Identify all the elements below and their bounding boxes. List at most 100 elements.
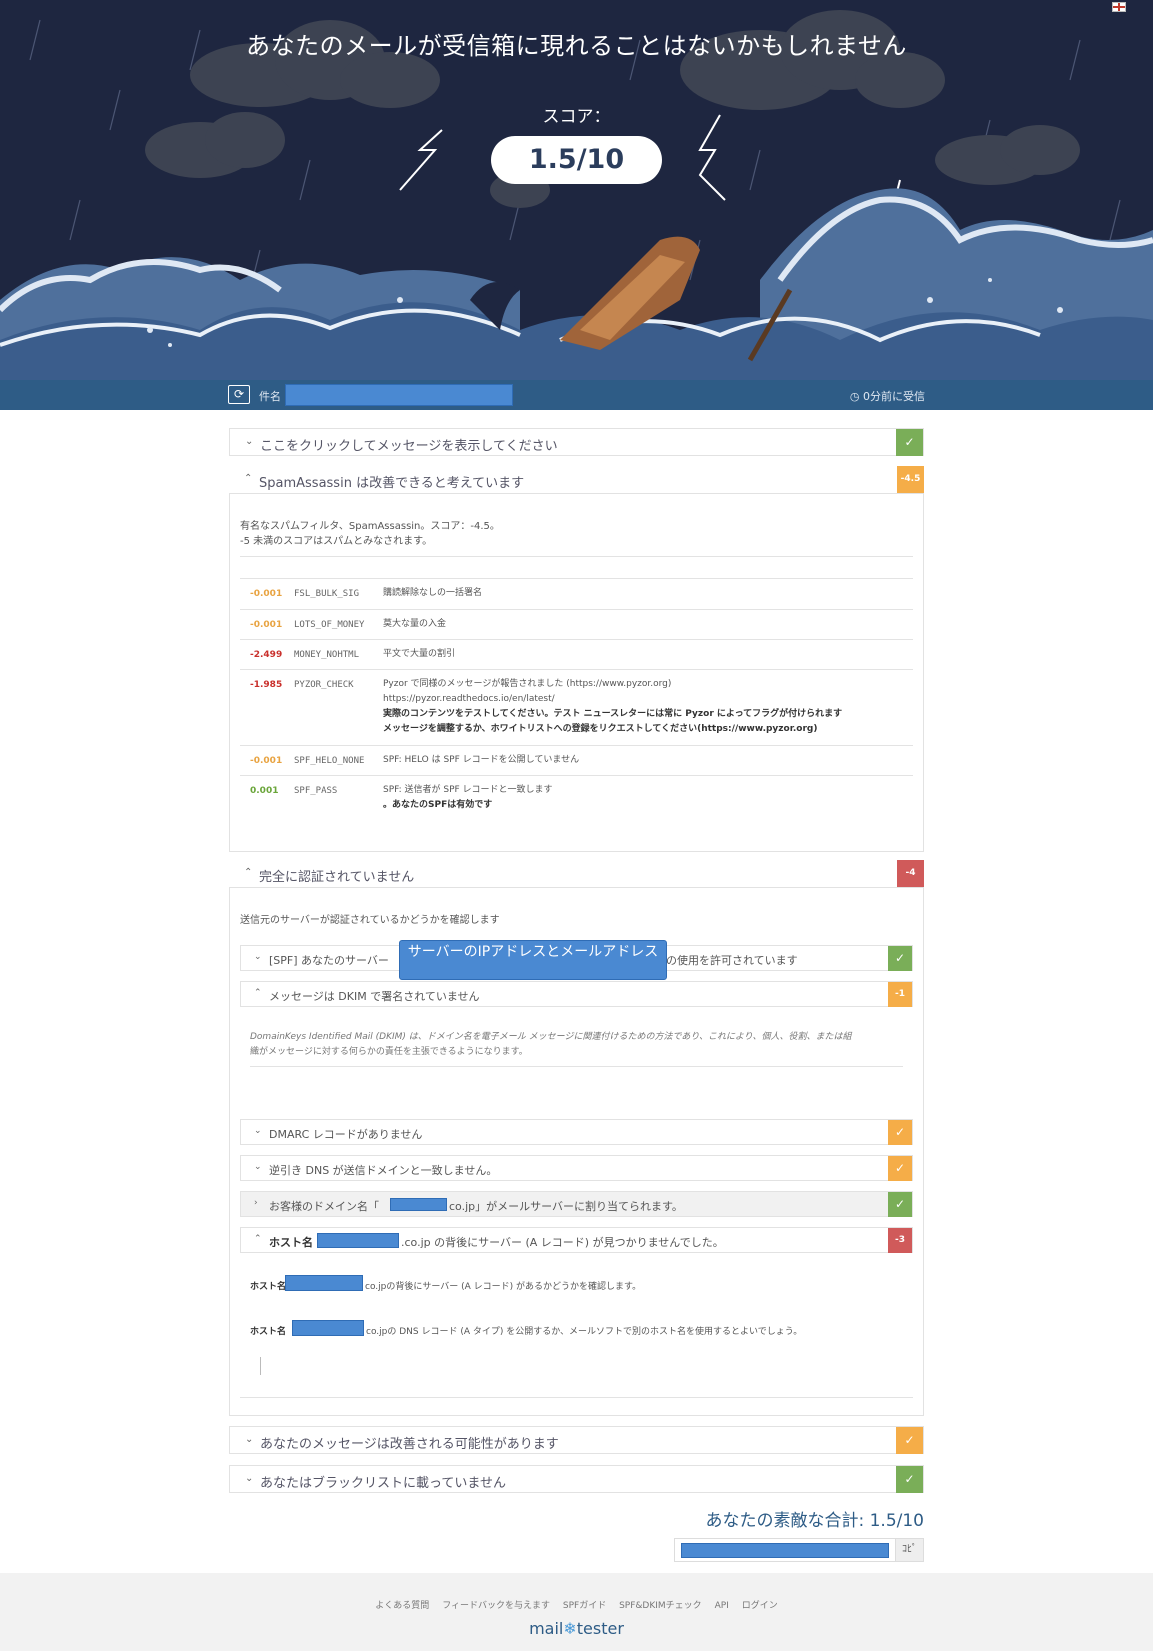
dmarc-title: DMARC レコードがありません [269,1128,423,1141]
check-icon: ✓ [888,1156,912,1181]
footer-link-feedback[interactable]: フィードバックを与えます [442,1601,550,1611]
rule-name: MONEY_NOHTML [294,650,360,660]
refresh-button[interactable]: ⟳ [228,385,250,404]
blacklist-row[interactable]: ⌄ あなたはブラックリストに載っていません ✓ [229,1465,924,1493]
dkim-body-2: 織がメッセージに対する何らかの責任を主張できるようになります。 [250,1047,528,1057]
redacted-host [292,1320,364,1336]
flag-icon[interactable] [1112,2,1126,12]
redacted-domain [390,1198,447,1211]
rule-desc: SPF: HELO は SPF レコードを公開していません [383,755,580,765]
spamassassin-header[interactable]: ⌃ SpamAssassin は改善できると考えています -4.5 [229,466,924,494]
dkim-row[interactable]: ⌃ メッセージは DKIM で署名されていません -1 [240,981,913,1007]
domain-title-end: co.jp」がメールサーバーに割り当てられます。 [449,1200,683,1213]
dmarc-row[interactable]: ⌄ DMARC レコードがありません ✓ [240,1119,913,1145]
spamassassin-title: SpamAssassin は改善できると考えています [259,476,525,491]
message-info-bar: ⟳ 件名 ◷ 0分前に受信 [0,380,1153,410]
host-line2-end: co.jpの DNS レコード (A タイプ) を公開するか、メールソフトで別の… [366,1327,803,1337]
chevron-up-icon: ⌃ [244,867,253,878]
rule-desc-advice: 。あなたのSPFは有効です [383,800,493,810]
rule-name: SPF_PASS [294,786,338,796]
auth-header[interactable]: ⌃ 完全に認証されていません -4 [229,860,924,888]
rule-desc: 莫大な量の入金 [383,619,447,629]
host-row[interactable]: ⌃ ホスト名 .co.jp の背後にサーバー (A レコード) が見つかりません… [240,1227,913,1253]
rule-score: -0.001 [250,620,283,630]
rule-score: -0.001 [250,589,283,599]
chevron-up-icon: ⌃ [254,1234,262,1244]
chevron-down-icon: ⌄ [245,436,254,447]
subject-label: 件名 [259,390,281,403]
copy-button[interactable]: ｺﾋﾟ [895,1539,923,1561]
view-message-row[interactable]: ⌄ ここをクリックしてメッセージを表示してください ✓ [229,428,924,456]
rule-score: 0.001 [250,786,279,796]
dkim-badge: -1 [888,982,912,1007]
chevron-down-icon: ⌄ [254,1162,262,1172]
footer-link-faq[interactable]: よくある質問 [375,1601,429,1611]
rule-desc: Pyzor で同様のメッセージが報告されました (https://www.pyz… [383,679,672,689]
chevron-up-icon: ⌃ [254,988,262,998]
rule-score: -1.985 [250,680,283,690]
rule-desc: 平文で大量の割引 [383,649,456,659]
auth-badge: -4 [897,860,924,887]
rdns-title: 逆引き DNS が送信ドメインと一致しません。 [269,1164,498,1177]
redacted-subject [285,384,513,406]
footer-links: よくある質問 フィードバックを与えます SPFガイド SPF&DKIMチェック … [0,1598,1153,1611]
rule-desc: SPF: 送信者が SPF レコードと一致します [383,785,553,795]
spf-title-end: の使用を許可されています [666,954,798,967]
spamassassin-intro-1: 有名なスパムフィルタ、SpamAssassin。スコア：-4.5。 [240,521,500,532]
blacklist-title: あなたはブラックリストに載っていません [260,1476,506,1491]
rule-score: -2.499 [250,650,283,660]
host-line1-end: co.jpの背後にサーバー (A レコード) があるかどうかを確認します。 [365,1282,642,1292]
footer-link-spf-dkim[interactable]: SPF&DKIMチェック [619,1601,702,1611]
rule-name: SPF_HELO_NONE [294,756,365,766]
score-label: スコア： [542,107,611,127]
check-icon: ✓ [896,429,923,456]
host-line1-start: ホスト名 [250,1282,287,1292]
host-title-start: ホスト名 [269,1236,313,1249]
hero-banner: あなたのメールが受信箱に現れることはないかもしれません スコア： 1.5/10 [0,0,1153,380]
rule-name: FSL_BULK_SIG [294,589,360,599]
message-improve-row[interactable]: ⌄ あなたのメッセージは改善される可能性があります ✓ [229,1426,924,1454]
rule-desc-link[interactable]: https://pyzor.readthedocs.io/en/latest/ [383,692,555,707]
spamassassin-badge: -4.5 [897,466,924,493]
host-line2-start: ホスト名 [250,1327,287,1337]
check-icon: ✓ [888,1192,912,1217]
snowflake-icon: ❄ [563,1619,577,1638]
hero-title: あなたのメールが受信箱に現れることはないかもしれません [246,32,907,60]
footer-link-api[interactable]: API [715,1601,729,1611]
spf-title: [SPF] あなたのサーバー [269,954,389,967]
chevron-down-icon: ⌄ [245,1434,254,1445]
footer-logo[interactable]: mail❄tester [0,1619,1153,1638]
redacted-link [681,1543,889,1558]
dkim-body-1: DomainKeys Identified Mail (DKIM) は、ドメイン… [250,1032,852,1042]
redacted-host [317,1233,399,1248]
rule-name: LOTS_OF_MONEY [294,620,365,630]
domain-row[interactable]: › お客様のドメイン名「 co.jp」がメールサーバーに割り当てられます。 ✓ [240,1191,913,1217]
auth-title: 完全に認証されていません [259,870,415,885]
share-link-box[interactable]: ｺﾋﾟ [674,1538,924,1562]
message-improve-title: あなたのメッセージは改善される可能性があります [260,1437,559,1452]
chevron-up-icon: ⌃ [244,473,253,484]
footer-link-spf-guide[interactable]: SPFガイド [563,1601,606,1611]
rule-name: PYZOR_CHECK [294,680,354,690]
annotation-tooltip: サーバーのIPアドレスとメールアドレス [399,940,667,980]
check-icon: ✓ [896,1427,923,1454]
host-title-end: .co.jp の背後にサーバー (A レコード) が見つかりませんでした。 [401,1236,724,1249]
refresh-icon: ⟳ [233,387,245,401]
clock-icon: ◷ [849,390,860,403]
redacted-host [285,1275,363,1291]
check-icon: ✓ [888,1120,912,1145]
footer: よくある質問 フィードバックを与えます SPFガイド SPF&DKIMチェック … [0,1573,1153,1651]
domain-title-start: お客様のドメイン名「 [269,1200,379,1213]
dkim-title: メッセージは DKIM で署名されていません [269,990,480,1003]
received-time: ◷ 0分前に受信 [849,390,925,403]
check-icon: ✓ [888,946,912,971]
rule-desc-advice: メッセージを調整するか、ホワイトリストへの登録をリクエストしてください(http… [383,724,818,734]
check-icon: ✓ [896,1466,923,1493]
chevron-down-icon: ⌄ [254,952,262,962]
footer-link-login[interactable]: ログイン [742,1601,778,1611]
rdns-row[interactable]: ⌄ 逆引き DNS が送信ドメインと一致しません。 ✓ [240,1155,913,1181]
auth-intro: 送信元のサーバーが認証されているかどうかを確認します [240,915,500,926]
host-badge: -3 [888,1228,912,1253]
rule-desc: 購読解除なしの一括署名 [383,588,483,598]
chevron-down-icon: ⌄ [254,1126,262,1136]
